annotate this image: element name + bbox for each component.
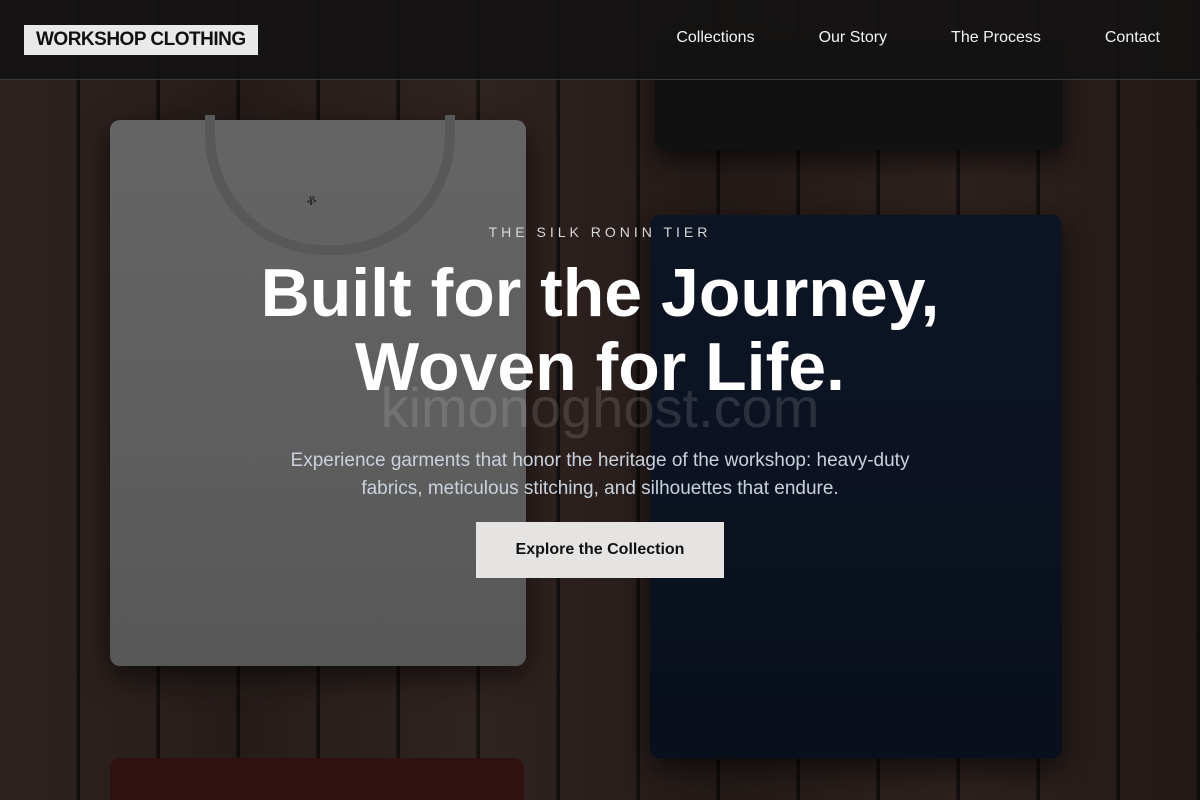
nav-link-our-story[interactable]: Our Story [819,29,887,47]
nav-link-collections[interactable]: Collections [676,29,754,47]
nav-link-the-process[interactable]: The Process [951,29,1041,47]
nav-link-contact[interactable]: Contact [1105,29,1160,47]
top-navbar: WORKSHOP CLOTHING Collections Our Story … [0,0,1200,80]
brand-logo[interactable]: WORKSHOP CLOTHING [24,25,258,55]
nav-links: Collections Our Story The Process Contac… [676,29,1160,47]
page: ቆ WORKSHOP CLOTHING Collections Our Stor… [0,0,1200,800]
explore-collection-button[interactable]: Explore the Collection [476,522,724,578]
hero-eyebrow: THE SILK RONIN TIER [488,224,712,240]
hero-headline-line-1: Built for the Journey, [260,255,940,331]
hero-subtext: Experience garments that honor the herit… [290,450,910,499]
watermark-text: kimonoghost.com [380,376,820,439]
